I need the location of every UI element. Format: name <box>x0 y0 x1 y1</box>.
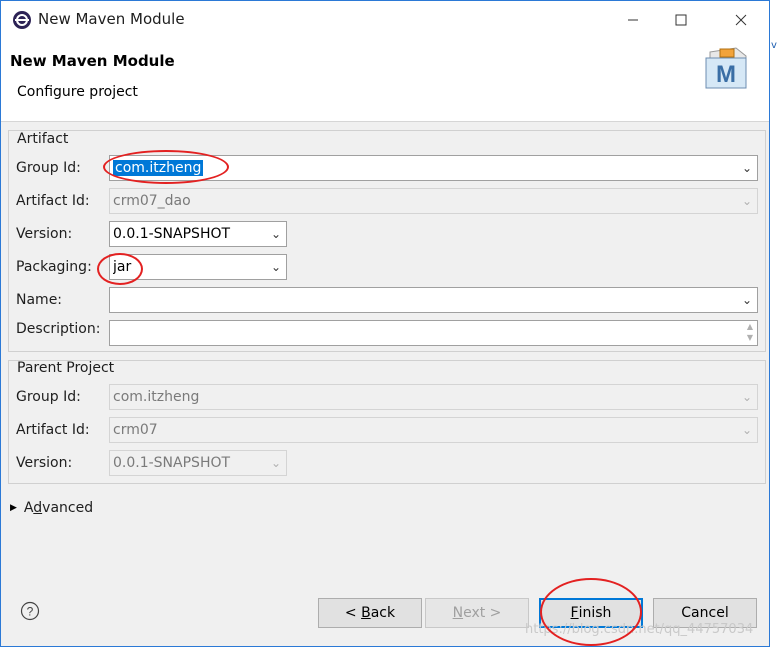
close-icon <box>735 14 747 26</box>
parent-version-label: Version: <box>16 455 73 471</box>
help-icon[interactable]: ? <box>20 601 40 625</box>
minimize-icon <box>628 19 638 21</box>
version-value: 0.0.1-SNAPSHOT <box>113 226 231 242</box>
advanced-label[interactable]: Advanced <box>24 500 93 516</box>
parent-version-value: 0.0.1-SNAPSHOT <box>113 455 231 471</box>
parent-artifact-id-value: crm07 <box>113 422 158 438</box>
parent-group-id-combo: com.itzheng ⌄ <box>109 384 758 410</box>
chevron-down-icon[interactable]: ⌄ <box>266 260 286 274</box>
annotation-circle-group-id <box>103 150 229 184</box>
name-label: Name: <box>16 292 63 308</box>
chevron-down-icon: ⌄ <box>741 390 753 404</box>
maven-logo-icon: M <box>702 46 752 96</box>
artifact-id-label: Artifact Id: <box>16 193 90 209</box>
chevron-right-icon[interactable]: ▶ <box>10 503 17 513</box>
parent-group-id-label: Group Id: <box>16 389 81 405</box>
svg-text:?: ? <box>27 605 34 619</box>
version-select[interactable]: 0.0.1-SNAPSHOT ⌄ <box>109 221 287 247</box>
description-textarea[interactable]: ▲ ▼ <box>109 320 758 346</box>
parent-artifact-id-combo: crm07 ⌄ <box>109 417 758 443</box>
advanced-expander[interactable]: ▶ Advanced <box>10 500 93 516</box>
eclipse-icon <box>12 10 32 30</box>
parent-artifact-id-label: Artifact Id: <box>16 422 90 438</box>
parent-version-select: 0.0.1-SNAPSHOT ⌄ <box>109 450 287 476</box>
description-label: Description: <box>16 321 101 337</box>
parent-project-legend: Parent Project <box>17 360 115 376</box>
artifact-id-value: crm07_dao <box>113 193 191 209</box>
minimize-button[interactable] <box>610 1 656 39</box>
scroll-arrows-icon[interactable]: ▲ ▼ <box>743 321 757 343</box>
next-button: Next > <box>425 598 529 628</box>
chevron-down-icon[interactable]: ⌄ <box>737 293 757 307</box>
close-button[interactable] <box>718 1 764 39</box>
chevron-down-icon[interactable]: ⌄ <box>266 227 286 241</box>
chevron-down-icon[interactable]: ⌄ <box>737 161 757 175</box>
chevron-down-icon: ⌄ <box>741 194 753 208</box>
name-combo[interactable]: ⌄ <box>109 287 758 313</box>
chevron-down-icon: ⌄ <box>741 423 753 437</box>
artifact-id-combo: crm07_dao ⌄ <box>109 188 758 214</box>
maximize-button[interactable] <box>658 1 704 39</box>
annotation-circle-finish <box>540 578 642 646</box>
window-title: New Maven Module <box>38 10 185 28</box>
chevron-down-icon: ⌄ <box>270 456 282 470</box>
version-label: Version: <box>16 226 73 242</box>
background-strip: v <box>770 0 779 649</box>
back-button[interactable]: < Back <box>318 598 422 628</box>
parent-group-id-value: com.itzheng <box>113 389 200 405</box>
artifact-legend: Artifact <box>17 131 69 147</box>
page-subtitle: Configure project <box>17 84 138 100</box>
annotation-circle-packaging <box>97 253 143 285</box>
packaging-label: Packaging: <box>16 259 92 275</box>
group-id-label: Group Id: <box>16 160 81 176</box>
page-title: New Maven Module <box>10 52 175 70</box>
svg-text:M: M <box>716 61 736 88</box>
maximize-icon <box>675 14 687 26</box>
